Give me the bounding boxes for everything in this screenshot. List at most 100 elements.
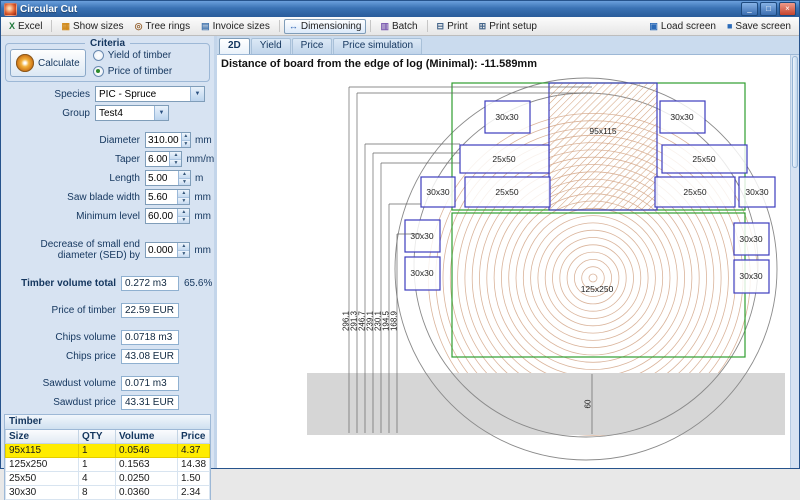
radio-checked-icon — [93, 66, 104, 77]
saw-blade-width-input[interactable]: 5.60 ▲▼ — [145, 189, 190, 205]
taper-input[interactable]: 6.00 ▲▼ — [145, 151, 182, 167]
table-row[interactable]: 30x30 8 0.0360 2.34 — [6, 486, 210, 500]
vertical-scrollbar[interactable] — [790, 55, 799, 468]
column-header-price[interactable]: Price — [178, 430, 210, 444]
spacer — [4, 295, 211, 303]
tree-rings-label: Tree rings — [145, 21, 190, 32]
table-row[interactable]: 95x115 1 0.0546 4.37 — [6, 444, 210, 458]
chevron-down-icon[interactable]: ▼ — [154, 106, 168, 120]
batch-label: Batch — [392, 21, 418, 32]
scrollbar-thumb[interactable] — [792, 56, 798, 168]
print-icon: ⊟ — [437, 22, 445, 31]
maximize-button[interactable]: □ — [760, 2, 777, 16]
board-label: 25x50 — [492, 154, 515, 164]
spinner-arrows-icon[interactable]: ▲▼ — [177, 209, 189, 223]
board-25x50[interactable]: 25x50 — [655, 177, 735, 207]
tab-bar: 2D Yield Price Price simulation — [217, 36, 799, 55]
dimensioning-button[interactable]: ↔ Dimensioning — [284, 19, 367, 34]
toolbar-separator — [370, 20, 371, 32]
window-controls: _ □ × — [741, 2, 796, 16]
minimum-level-input[interactable]: 60.00 ▲▼ — [145, 208, 190, 224]
show-sizes-label: Show sizes — [73, 21, 124, 32]
table-row[interactable]: 25x50 4 0.0250 1.50 — [6, 472, 210, 486]
spinner-arrows-icon[interactable]: ▲▼ — [181, 133, 190, 147]
sawdust-volume-value: 0.071 m3 — [121, 376, 179, 391]
column-header-size[interactable]: Size — [6, 430, 79, 444]
print-setup-button[interactable]: ⊞ Print setup — [474, 19, 542, 34]
board-30x30[interactable]: 30x30 — [405, 220, 440, 252]
sawdust-volume-label: Sawdust volume — [4, 378, 121, 389]
calculate-button[interactable]: Calculate — [10, 49, 86, 77]
chevron-down-icon[interactable]: ▼ — [190, 87, 204, 101]
sed-unit: mm — [194, 245, 211, 256]
board-30x30[interactable]: 30x30 — [485, 101, 530, 133]
cell-volume: 0.0360 — [116, 486, 178, 500]
batch-icon: ▥ — [380, 22, 389, 31]
close-button[interactable]: × — [779, 2, 796, 16]
minimize-button[interactable]: _ — [741, 2, 758, 16]
tab-price-simulation[interactable]: Price simulation — [333, 38, 422, 54]
saw-blade-width-label: Saw blade width — [4, 192, 145, 203]
board-30x30[interactable]: 30x30 — [660, 101, 705, 133]
column-header-qty[interactable]: QTY — [79, 430, 116, 444]
length-value: 5.00 — [146, 171, 178, 185]
board-label: 30x30 — [670, 112, 693, 122]
board-30x30[interactable]: 30x30 — [739, 177, 775, 207]
tab-price[interactable]: Price — [292, 38, 333, 54]
spinner-arrows-icon[interactable]: ▲▼ — [169, 152, 181, 166]
board-30x30[interactable]: 30x30 — [734, 260, 769, 293]
timber-volume-total-label: Timber volume total — [4, 278, 121, 289]
board-125x250[interactable]: 125x250 — [581, 284, 614, 294]
yield-of-timber-radio[interactable]: Yield of timber — [93, 50, 172, 61]
print-button[interactable]: ⊟ Print — [432, 19, 473, 34]
yield-of-timber-label: Yield of timber — [108, 50, 172, 61]
length-label: Length — [4, 173, 145, 184]
spinner-arrows-icon[interactable]: ▲▼ — [178, 171, 190, 185]
table-row[interactable]: 125x250 1 0.1563 14.38 — [6, 458, 210, 472]
tab-2d[interactable]: 2D — [219, 38, 250, 54]
sawdust-price-label: Sawdust price — [4, 397, 121, 408]
tab-yield[interactable]: Yield — [251, 38, 291, 54]
batch-button[interactable]: ▥ Batch — [375, 19, 422, 34]
board-30x30[interactable]: 30x30 — [405, 257, 440, 290]
cell-qty: 1 — [79, 444, 116, 458]
group-select[interactable]: Test4 ▼ — [95, 105, 169, 121]
timber-section: Timber Size QTY Volume Price 95x115 — [4, 414, 211, 500]
board-25x50[interactable]: 25x50 — [662, 145, 747, 173]
spacer — [4, 368, 211, 376]
diameter-input[interactable]: 310.00 ▲▼ — [145, 132, 191, 148]
dimensioning-label: Dimensioning — [301, 21, 362, 32]
print-label: Print — [447, 21, 468, 32]
chips-volume-label: Chips volume — [4, 332, 121, 343]
board-25x50[interactable]: 25x50 — [460, 145, 549, 173]
toolbar-separator — [427, 20, 428, 32]
excel-button[interactable]: X Excel — [4, 19, 47, 34]
load-screen-button[interactable]: ▣ Load screen — [644, 19, 721, 34]
show-sizes-button[interactable]: ▦ Show sizes — [56, 19, 128, 34]
print-setup-label: Print setup — [489, 21, 537, 32]
board-25x50[interactable]: 25x50 — [465, 177, 550, 207]
board-label: 30x30 — [426, 187, 449, 197]
save-screen-label: Save screen — [735, 21, 791, 32]
diameter-label: Diameter — [4, 135, 145, 146]
invoice-sizes-label: Invoice sizes — [213, 21, 270, 32]
cell-price: 2.34 — [178, 486, 210, 500]
cell-qty: 1 — [79, 458, 116, 472]
board-30x30[interactable]: 30x30 — [734, 223, 769, 255]
spinner-arrows-icon[interactable]: ▲▼ — [177, 243, 189, 257]
invoice-sizes-button[interactable]: ▤ Invoice sizes — [196, 19, 275, 34]
spinner-arrows-icon[interactable]: ▲▼ — [177, 190, 189, 204]
board-30x30[interactable]: 30x30 — [421, 177, 455, 207]
price-of-timber-radio[interactable]: Price of timber — [93, 66, 172, 77]
save-screen-button[interactable]: ■ Save screen — [722, 19, 796, 34]
species-select[interactable]: PIC - Spruce ▼ — [95, 86, 205, 102]
sed-input[interactable]: 0.000 ▲▼ — [145, 242, 190, 258]
tree-rings-button[interactable]: ◎ Tree rings — [130, 19, 196, 34]
board-95x115[interactable]: 95x115 — [549, 83, 657, 210]
length-input[interactable]: 5.00 ▲▼ — [145, 170, 191, 186]
timber-table: Size QTY Volume Price 95x115 1 0.0546 4.… — [5, 430, 210, 500]
taper-value: 6.00 — [146, 152, 169, 166]
invoice-sizes-icon: ▤ — [201, 22, 210, 31]
column-header-volume[interactable]: Volume — [116, 430, 178, 444]
dimension-label: 168.9 — [390, 310, 399, 331]
